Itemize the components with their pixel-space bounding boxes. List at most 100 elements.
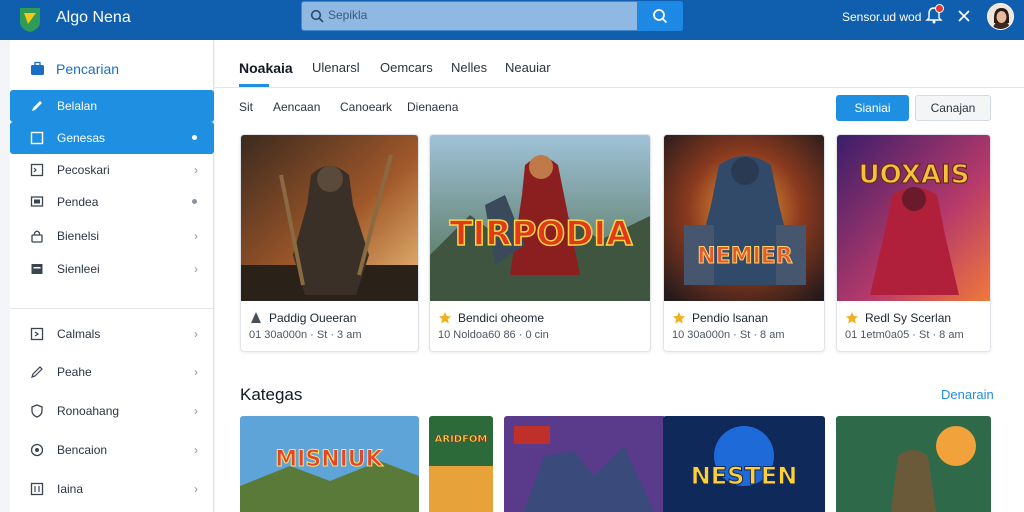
- export-icon: [30, 327, 44, 341]
- sidebar-item-label: Peahe: [57, 365, 92, 379]
- thumbnail-title-text: MISNIUK: [275, 447, 383, 472]
- search-icon: [653, 9, 668, 24]
- tab-neauiar[interactable]: Neauiar: [505, 60, 551, 75]
- filter-aencaan[interactable]: Aencaan: [273, 100, 320, 114]
- indicator-dot: [192, 199, 197, 204]
- card-title: Paddig Oueeran: [269, 311, 357, 325]
- close-icon[interactable]: [957, 9, 971, 23]
- pencil-icon: [31, 366, 43, 378]
- sidebar-item-sienleei[interactable]: Sienleei ›: [10, 253, 214, 285]
- game-cover-image: TIRPODIA: [430, 135, 650, 301]
- tab-oemcars[interactable]: Oemcars: [380, 60, 433, 75]
- notification-badge: [935, 4, 944, 13]
- game-cover-image: UOXAIS: [837, 135, 990, 301]
- secondary-button[interactable]: Canajan: [915, 95, 991, 121]
- filter-canoeark[interactable]: Canoeark: [340, 100, 392, 114]
- sidebar-item-label: Ronoahang: [57, 404, 120, 418]
- cover-title-text: TIRPODIA: [449, 214, 633, 254]
- top-bar: Algo Nena Sensor.ud wod: [0, 0, 1024, 40]
- game-card[interactable]: UOXAIS Redl Sy Scerlan 01 1etm0a05 · St …: [836, 134, 991, 352]
- top-link[interactable]: Sensor.ud wod: [842, 10, 921, 24]
- card-meta: 01 30a000n · St · 3 am: [249, 329, 362, 341]
- lock-icon: [31, 230, 43, 243]
- sidebar-item-calmals[interactable]: Calmals ›: [10, 318, 214, 350]
- briefcase-icon: [31, 61, 44, 75]
- sidebar-item-genesas[interactable]: Genesas: [10, 122, 214, 154]
- app-title: Algo Nena: [56, 9, 131, 26]
- chevron-right-icon: ›: [194, 443, 198, 457]
- chevron-right-icon: ›: [194, 404, 198, 418]
- sidebar-item-label: Bienelsi: [57, 229, 100, 243]
- tab-bar: Noakaia Ulenarsl Oemcars Nelles Neauiar: [215, 40, 1024, 88]
- sidebar-item-label: Genesas: [57, 131, 106, 145]
- tab-ulenarsl[interactable]: Ulenarsl: [312, 60, 360, 75]
- chevron-right-icon: ›: [194, 262, 198, 276]
- tab-noakaia[interactable]: Noakaia: [239, 60, 293, 76]
- game-icon: [251, 312, 261, 323]
- chevron-right-icon: ›: [194, 163, 198, 177]
- filter-sit[interactable]: Sit: [239, 100, 253, 114]
- card-meta: 10 30a000n · St · 8 am: [672, 329, 785, 341]
- thumbnail-title-text: ARIDFOM: [435, 434, 488, 445]
- game-card[interactable]: Paddig Oueeran 01 30a000n · St · 3 am: [240, 134, 419, 352]
- thumbnail-title-text: NESTEN: [691, 462, 798, 490]
- avatar[interactable]: [987, 3, 1014, 30]
- sidebar-item-iaina[interactable]: Iaina ›: [10, 473, 214, 505]
- see-all-link[interactable]: Denarain: [941, 387, 994, 402]
- image-icon: [31, 264, 43, 274]
- game-cover-image: [241, 135, 418, 301]
- cover-title-text: NEMIER: [697, 244, 793, 269]
- sidebar-item-label: Iaina: [57, 482, 84, 496]
- app-logo-icon[interactable]: [16, 5, 44, 33]
- monitor-icon: [30, 196, 44, 207]
- category-thumbnail[interactable]: ARIDFOM: [429, 416, 493, 512]
- sidebar-header[interactable]: Pencarian: [10, 58, 214, 82]
- grid-icon: [30, 482, 44, 496]
- star-icon: [439, 312, 451, 324]
- indicator-dot: [192, 135, 197, 140]
- section-title: Kategas: [240, 385, 303, 404]
- search-button[interactable]: [637, 1, 683, 31]
- card-title: Redl Sy Scerlan: [865, 311, 952, 325]
- search-icon: [310, 9, 324, 23]
- category-thumbnail[interactable]: NESTEN: [663, 416, 825, 512]
- sidebar-header-label: Pencarian: [56, 61, 120, 77]
- shield-icon: [31, 404, 43, 418]
- card-title: Pendio lsanan: [692, 311, 769, 325]
- sidebar-item-label: Bencaion: [57, 443, 108, 457]
- primary-button[interactable]: Sianiai: [836, 95, 909, 121]
- sidebar-item-bencaion[interactable]: Bencaion ›: [10, 434, 214, 466]
- chevron-right-icon: ›: [194, 327, 198, 341]
- search-bar: [301, 1, 683, 31]
- sidebar-item-pecoskari[interactable]: Pecoskari ›: [10, 154, 214, 186]
- filter-dienaena[interactable]: Dienaena: [407, 100, 458, 114]
- sidebar-item-ronoahang[interactable]: Ronoahang ›: [10, 395, 214, 427]
- chevron-right-icon: ›: [194, 365, 198, 379]
- tab-nelles[interactable]: Nelles: [451, 60, 487, 75]
- sidebar-item-label: Pecoskari: [57, 163, 110, 177]
- cover-title-text: UOXAIS: [859, 160, 970, 190]
- card-meta: 10 Noldoa60 86 · 0 cin: [438, 329, 549, 341]
- sidebar-item-label: Calmals: [57, 327, 101, 341]
- sidebar-item-peahe[interactable]: Peahe ›: [10, 356, 214, 388]
- search-input[interactable]: [328, 8, 628, 22]
- game-cover-image: NEMIER: [664, 135, 824, 301]
- chevron-right-icon: ›: [194, 229, 198, 243]
- sidebar-item-label: Belalan: [57, 99, 98, 113]
- category-thumbnail[interactable]: [504, 416, 666, 512]
- sidebar-item-belalan[interactable]: Belalan: [10, 90, 214, 122]
- square-icon: [30, 131, 44, 145]
- sidebar-item-label: Pendea: [57, 195, 99, 209]
- category-thumbnail[interactable]: [836, 416, 991, 512]
- category-thumbnail[interactable]: MISNIUK: [240, 416, 419, 512]
- sidebar-item-pendea[interactable]: Pendea: [10, 186, 214, 218]
- game-card[interactable]: TIRPODIA Bendici oheome 10 Noldoa60 86 ·…: [429, 134, 651, 352]
- star-icon: [673, 312, 685, 324]
- sidebar-item-label: Sienleei: [57, 262, 100, 276]
- active-tab-indicator: [239, 84, 269, 87]
- star-icon: [846, 312, 858, 324]
- game-card[interactable]: NEMIER Pendio lsanan 10 30a000n · St · 8…: [663, 134, 825, 352]
- sidebar-item-bienelsi[interactable]: Bienelsi ›: [10, 220, 214, 252]
- chevron-right-icon: ›: [194, 482, 198, 496]
- badge-icon: [30, 443, 44, 457]
